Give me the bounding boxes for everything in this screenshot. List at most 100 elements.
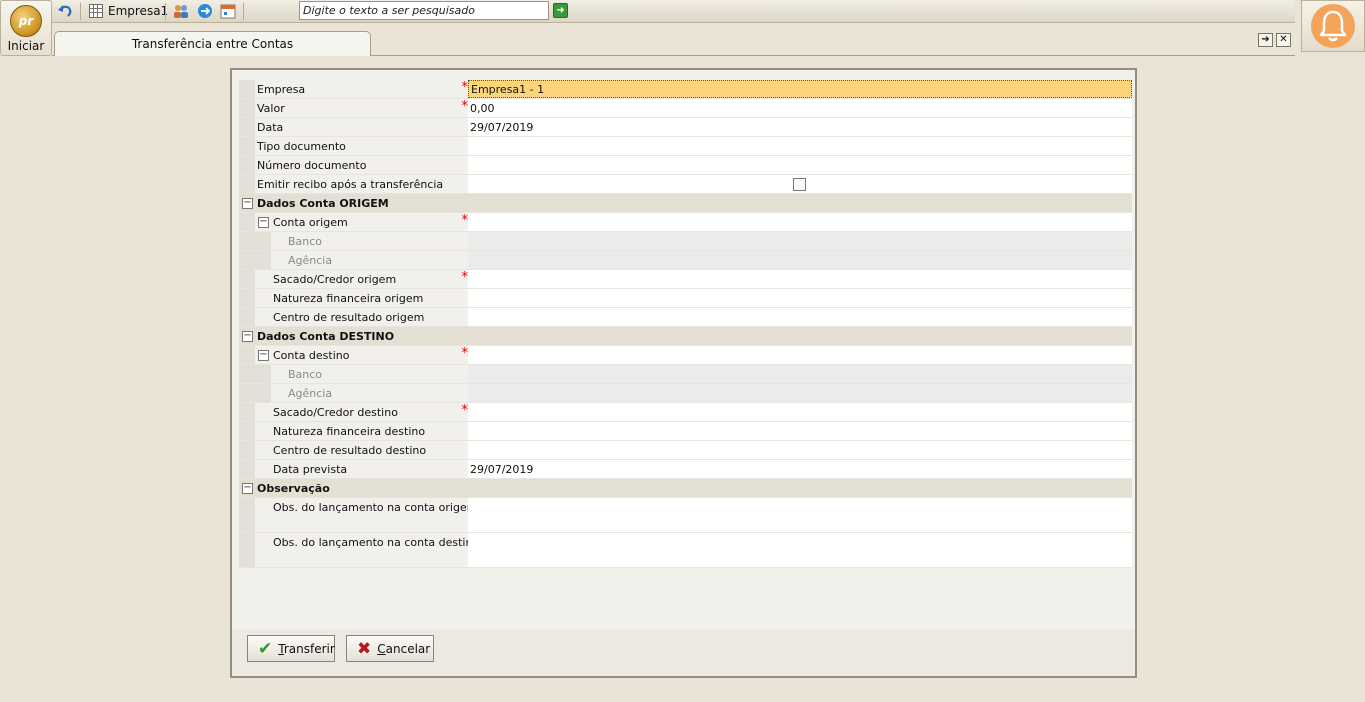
search-go-icon[interactable]: ➜ [553, 3, 568, 18]
natureza-origem-field[interactable] [468, 289, 1132, 307]
natureza-destino-field[interactable] [468, 422, 1132, 440]
centro-origem-label: Centro de resultado origem [273, 310, 425, 324]
natureza-destino-label: Natureza financeira destino [273, 424, 426, 438]
section-observacao-title: Observação [257, 481, 330, 495]
tab-transferencia[interactable]: Transferência entre Contas [54, 31, 371, 56]
toolbar-separator [80, 3, 81, 20]
collapse-icon[interactable]: − [258, 217, 269, 228]
row-numero-documento: Número documento [239, 156, 1132, 175]
data-prevista-field[interactable]: 29/07/2019 [468, 460, 1132, 478]
row-conta-destino: − Conta destino * [239, 346, 1132, 365]
numero-documento-label: Número documento [257, 158, 367, 172]
tipo-documento-label: Tipo documento [257, 139, 346, 153]
banco-destino-field [468, 365, 1132, 383]
row-obs-origem: Obs. do lançamento na conta origem [239, 498, 1132, 533]
sacado-destino-label: Sacado/Credor destino [273, 405, 398, 419]
detach-window-icon[interactable]: ➔ [1258, 33, 1273, 47]
row-emitir-recibo: Emitir recibo após a transferência [239, 175, 1132, 194]
row-agencia-destino: Agência [239, 384, 1132, 403]
valor-field[interactable]: 0,00 [468, 99, 1132, 117]
conta-origem-label: Conta origem [273, 215, 348, 229]
collapse-icon[interactable]: − [242, 198, 253, 209]
sacado-destino-field[interactable] [468, 403, 1132, 421]
row-data: Data 29/07/2019 [239, 118, 1132, 137]
top-toolbar: Empresa1 ➜ [52, 0, 1295, 23]
search-input[interactable] [299, 1, 549, 20]
centro-destino-field[interactable] [468, 441, 1132, 459]
obs-origem-field[interactable] [468, 498, 1132, 532]
cancel-x-icon: ✖ [357, 638, 372, 659]
banco-origem-label: Banco [288, 234, 323, 248]
row-tipo-documento: Tipo documento [239, 137, 1132, 156]
section-observacao: − Observação [239, 479, 1132, 498]
numero-documento-field[interactable] [468, 156, 1132, 174]
calendar-icon[interactable] [219, 2, 237, 20]
obs-origem-label: Obs. do lançamento na conta origem [273, 501, 478, 514]
collapse-icon[interactable]: − [242, 331, 253, 342]
row-sacado-origem: Sacado/Credor origem * [239, 270, 1132, 289]
agencia-origem-label: Agência [288, 253, 333, 267]
data-prevista-label: Data prevista [273, 462, 348, 476]
empresa-label: Empresa [257, 82, 306, 96]
valor-value: 0,00 [470, 101, 495, 115]
row-conta-origem: − Conta origem * [239, 213, 1132, 232]
row-centro-destino: Centro de resultado destino [239, 441, 1132, 460]
empresa-value: Empresa1 - 1 [471, 82, 545, 96]
collapse-icon[interactable]: − [242, 483, 253, 494]
button-bar: ✔ Transferir ✖ Cancelar [232, 629, 1135, 676]
conta-destino-label: Conta destino [273, 348, 350, 362]
banco-origem-field [468, 232, 1132, 250]
transferir-button[interactable]: ✔ Transferir [247, 635, 335, 662]
emitir-recibo-checkbox[interactable] [793, 178, 806, 191]
sacado-origem-label: Sacado/Credor origem [273, 272, 397, 286]
obs-destino-field[interactable] [468, 533, 1132, 567]
data-field[interactable]: 29/07/2019 [468, 118, 1132, 136]
valor-label: Valor [257, 101, 285, 115]
obs-destino-label: Obs. do lançamento na conta destino [273, 536, 480, 549]
agencia-origem-field [468, 251, 1132, 269]
cancelar-label: Cancelar [377, 641, 431, 656]
cancelar-button[interactable]: ✖ Cancelar [346, 635, 434, 662]
start-label: Iniciar [7, 39, 45, 53]
centro-destino-label: Centro de resultado destino [273, 443, 427, 457]
section-destino: − Dados Conta DESTINO [239, 327, 1132, 346]
company-label[interactable]: Empresa1 [108, 4, 168, 18]
sacado-origem-field[interactable] [468, 270, 1132, 288]
centro-origem-field[interactable] [468, 308, 1132, 326]
section-destino-title: Dados Conta DESTINO [257, 329, 395, 343]
row-obs-destino: Obs. do lançamento na conta destino [239, 533, 1132, 568]
close-icon[interactable]: ✕ [1276, 33, 1291, 47]
transferir-label: Transferir [278, 641, 335, 656]
users-icon[interactable] [172, 2, 190, 20]
empresa-field[interactable]: Empresa1 - 1 [468, 80, 1132, 98]
conta-origem-field[interactable] [468, 213, 1132, 231]
data-value: 29/07/2019 [470, 120, 534, 134]
start-button[interactable]: pr Iniciar [0, 0, 52, 56]
emitir-recibo-label: Emitir recibo após a transferência [257, 177, 444, 191]
transfer-dialog: Empresa * Empresa1 - 1 Valor * 0,00 Data 2… [230, 68, 1137, 678]
app-logo-icon: pr [10, 5, 42, 37]
toolbar-separator [165, 3, 166, 20]
company-grid-icon[interactable] [87, 2, 105, 20]
row-data-prevista: Data prevista 29/07/2019 [239, 460, 1132, 479]
section-origem: − Dados Conta ORIGEM [239, 194, 1132, 213]
tipo-documento-field[interactable] [468, 137, 1132, 155]
tab-strip: Transferência entre Contas ➔ ✕ [52, 23, 1295, 56]
banco-destino-label: Banco [288, 367, 323, 381]
row-empresa: Empresa * Empresa1 - 1 [239, 80, 1132, 99]
agencia-destino-field [468, 384, 1132, 402]
check-icon: ✔ [258, 638, 273, 659]
property-grid: Empresa * Empresa1 - 1 Valor * 0,00 Data 2… [239, 80, 1132, 568]
data-prevista-value: 29/07/2019 [470, 462, 534, 476]
row-centro-origem: Centro de resultado origem [239, 308, 1132, 327]
section-origem-title: Dados Conta ORIGEM [257, 196, 389, 210]
remote-support-icon[interactable] [196, 2, 214, 20]
conta-destino-field[interactable] [468, 346, 1132, 364]
row-banco-origem: Banco [239, 232, 1132, 251]
collapse-icon[interactable]: − [258, 350, 269, 361]
row-valor: Valor * 0,00 [239, 99, 1132, 118]
agencia-destino-label: Agência [288, 386, 333, 400]
notifications-button[interactable] [1301, 0, 1365, 52]
data-label: Data [257, 120, 284, 134]
undo-icon[interactable] [56, 2, 74, 20]
